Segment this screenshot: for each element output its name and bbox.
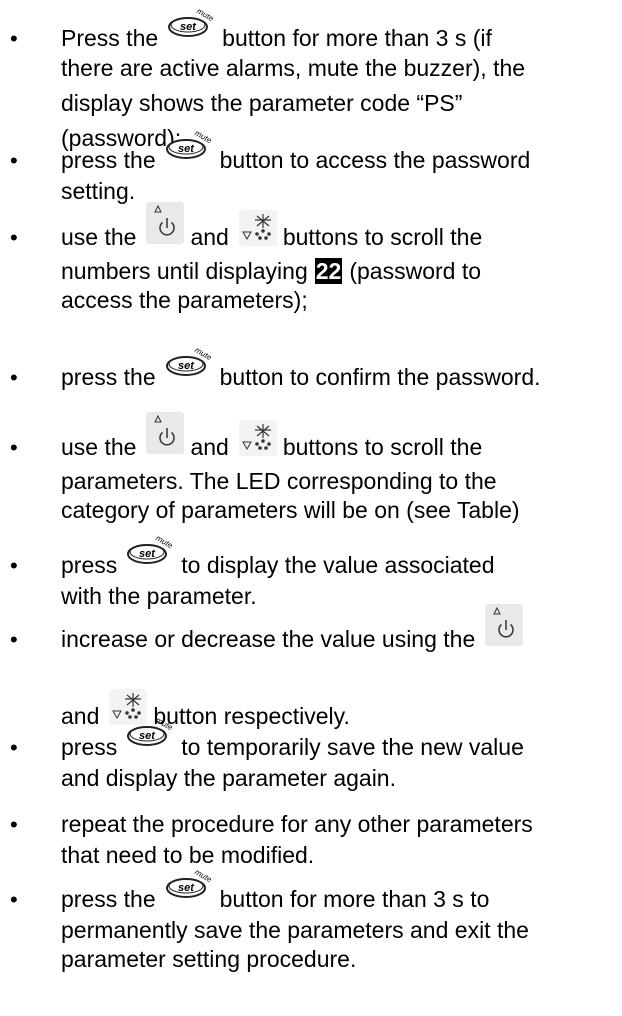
bullet-point: •: [10, 365, 18, 390]
up-power-button-icon: [146, 412, 185, 454]
set-mute-button-icon: setmute: [168, 6, 216, 37]
up-power-button-icon: [146, 202, 185, 244]
text-segment: buttons to scroll the: [282, 224, 483, 250]
text-segment: access the parameters);: [61, 287, 308, 313]
down-defrost-button-icon: [238, 210, 277, 246]
text-segment: and display the parameter again.: [61, 765, 396, 791]
bullet-point: •: [10, 887, 18, 912]
text-segment: display shows the parameter code “PS”: [61, 90, 463, 116]
bullet-point: •: [10, 812, 18, 837]
text-segment: button to access the password: [219, 147, 531, 173]
bullet-point: •: [10, 148, 18, 173]
text-segment: press the: [61, 886, 156, 912]
set-mute-button-icon: setmute: [165, 128, 213, 159]
text-segment: and: [61, 703, 100, 729]
bullet-point: •: [10, 735, 18, 760]
bullet-point: •: [10, 225, 18, 250]
text-segment: there are active alarms, mute the buzzer…: [61, 55, 526, 81]
text-segment: parameter setting procedure.: [61, 946, 357, 972]
svg-text:set: set: [178, 882, 195, 894]
text-segment: to display the value associated: [181, 552, 495, 578]
text-segment: buttons to scroll the: [282, 434, 483, 460]
password-value-highlight: 22: [314, 258, 343, 284]
svg-text:set: set: [180, 21, 197, 33]
text-segment: button respectively.: [153, 703, 350, 729]
text-segment: numbers until displaying: [61, 258, 308, 284]
up-power-button-icon: [485, 604, 524, 646]
bullet-point: •: [10, 553, 18, 578]
set-mute-button-icon: setmute: [127, 533, 175, 564]
text-segment: setting.: [61, 178, 136, 204]
text-segment: permanently save the parameters and exit…: [61, 917, 529, 943]
text-segment: that need to be modified.: [61, 842, 315, 868]
text-segment: button for more than 3 s to: [219, 886, 490, 912]
set-mute-button-icon: setmute: [165, 345, 213, 376]
text-segment: parameters. The LED corresponding to the: [61, 468, 497, 494]
text-segment: button to confirm the password.: [219, 364, 541, 390]
set-mute-button-icon: setmute: [127, 715, 175, 746]
text-segment: button for more than 3 s (if: [222, 25, 492, 51]
bullet-point: •: [10, 435, 18, 460]
text-segment: press: [61, 552, 118, 578]
set-mute-button-icon: setmute: [165, 867, 213, 898]
text-segment: increase or decrease the value using the: [61, 626, 476, 652]
text-segment: use the: [61, 434, 137, 460]
svg-text:set: set: [139, 730, 156, 742]
svg-text:set: set: [178, 360, 195, 372]
text-segment: use the: [61, 224, 137, 250]
text-segment: with the parameter.: [61, 583, 257, 609]
text-segment: and: [190, 434, 229, 460]
text-segment: category of parameters will be on (see T…: [61, 497, 520, 523]
text-segment: press: [61, 734, 118, 760]
text-segment: (password to: [349, 258, 482, 284]
text-segment: and: [190, 224, 229, 250]
svg-text:set: set: [178, 143, 195, 155]
text-segment: repeat the procedure for any other param…: [61, 811, 533, 837]
text-segment: to temporarily save the new value: [181, 734, 524, 760]
text-segment: Press the: [61, 25, 159, 51]
text-segment: press the: [61, 147, 156, 173]
bullet-point: •: [10, 26, 18, 51]
svg-text:set: set: [139, 548, 156, 560]
text-segment: press the: [61, 364, 156, 390]
bullet-point: •: [10, 627, 18, 652]
down-defrost-button-icon: [238, 420, 277, 456]
